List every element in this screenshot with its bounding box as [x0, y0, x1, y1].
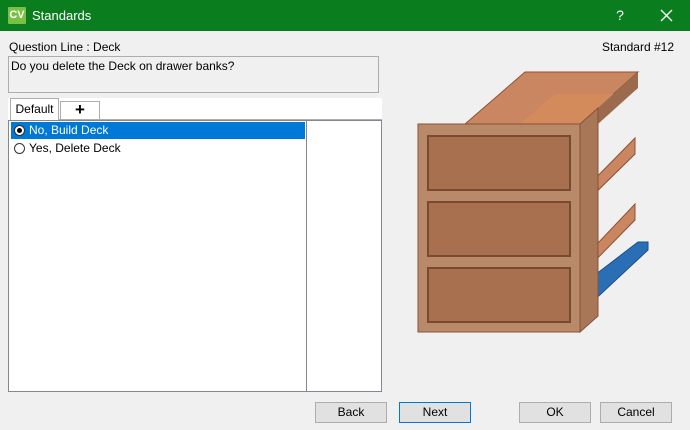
back-button[interactable]: Back — [315, 402, 387, 423]
help-button[interactable]: ? — [596, 0, 644, 31]
title-bar: CV Standards ? — [0, 0, 690, 31]
option-yes-delete-deck[interactable]: Yes, Delete Deck — [11, 140, 305, 157]
close-icon — [660, 9, 673, 22]
add-tab-button[interactable]: + — [60, 101, 100, 120]
option-no-build-deck[interactable]: No, Build Deck — [11, 122, 305, 139]
tab-default[interactable]: Default — [10, 98, 59, 120]
drawer-bank-preview — [417, 71, 649, 334]
question-line-label: Question Line : Deck — [9, 40, 121, 54]
app-logo-icon: CV — [8, 7, 26, 24]
tab-strip: Default + — [8, 98, 382, 120]
radio-selected-icon[interactable] — [14, 125, 25, 136]
window-title: Standards — [32, 8, 92, 23]
radio-unselected-icon[interactable] — [14, 143, 25, 154]
standard-number-label: Standard #12 — [601, 40, 674, 54]
option-label: Yes, Delete Deck — [29, 141, 121, 155]
close-button[interactable] — [644, 0, 690, 31]
option-label: No, Build Deck — [29, 123, 109, 137]
question-text-box: Do you delete the Deck on drawer banks? — [8, 56, 379, 93]
options-list: No, Build Deck Yes, Delete Deck — [8, 120, 382, 392]
cancel-button[interactable]: Cancel — [600, 402, 672, 423]
next-button[interactable]: Next — [399, 402, 471, 423]
ok-button[interactable]: OK — [519, 402, 591, 423]
list-column-divider — [306, 121, 307, 391]
